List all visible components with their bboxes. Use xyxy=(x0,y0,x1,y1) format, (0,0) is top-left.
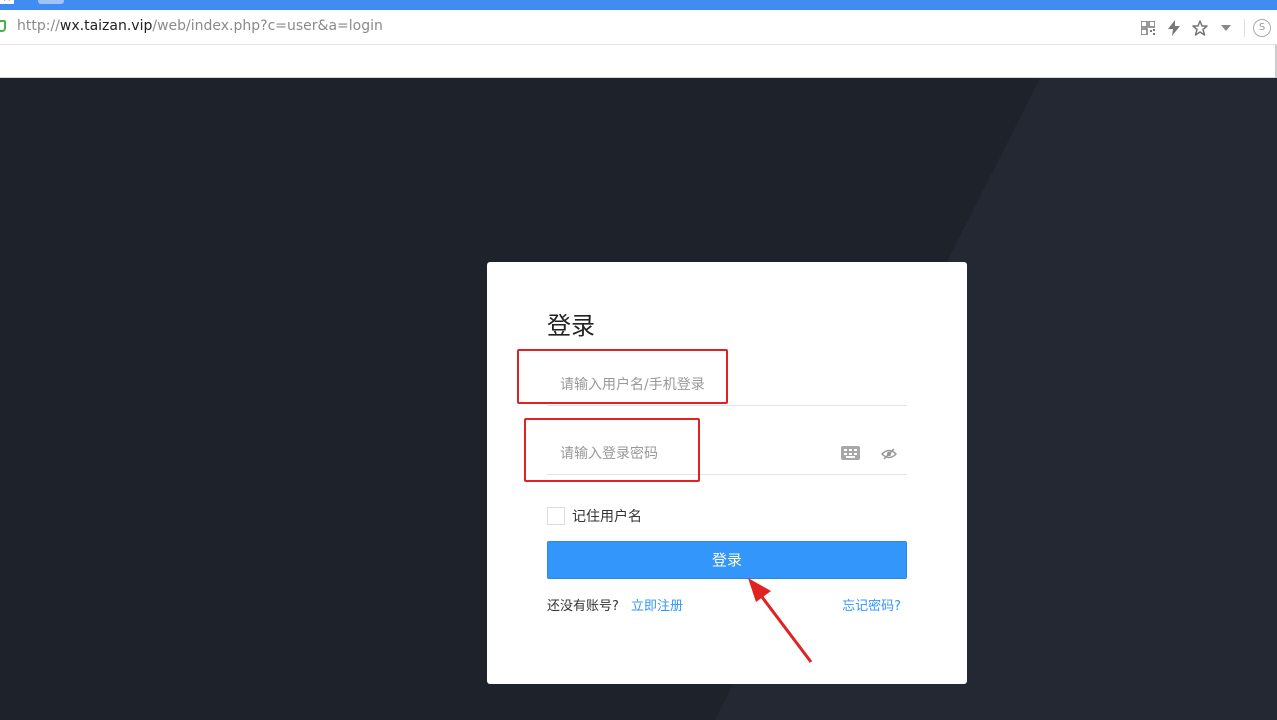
login-button[interactable]: 登录 xyxy=(547,541,907,579)
dropdown-icon[interactable] xyxy=(1214,16,1238,40)
register-link[interactable]: 立即注册 xyxy=(631,599,683,614)
bookmark-bar xyxy=(0,45,1277,78)
url-path: /web/index.php?c=user&a=login xyxy=(152,18,383,34)
secure-shield-icon xyxy=(0,20,6,32)
forgot-password-link[interactable]: 忘记密码? xyxy=(842,595,901,614)
url-host: wx.taizan.vip xyxy=(59,18,153,34)
star-icon[interactable] xyxy=(1188,16,1212,40)
address-bar-actions: S xyxy=(1134,10,1277,45)
keyboard-icon[interactable] xyxy=(841,446,860,460)
toolbar-divider xyxy=(1244,18,1245,37)
eye-hidden-icon[interactable] xyxy=(881,447,897,461)
url-field[interactable]: http://wx.taizan.vip/web/index.php?c=use… xyxy=(17,18,383,34)
annotation-box-password xyxy=(524,418,700,482)
remember-username[interactable]: 记住用户名 xyxy=(547,506,642,526)
address-bar: http://wx.taizan.vip/web/index.php?c=use… xyxy=(0,10,1277,45)
remember-checkbox[interactable] xyxy=(547,507,565,525)
remember-label: 记住用户名 xyxy=(572,509,642,525)
tab-close-icon[interactable]: × xyxy=(0,0,14,4)
browser-tabstrip: × xyxy=(0,0,1277,10)
s-logo-icon[interactable]: S xyxy=(1253,18,1271,37)
qr-code-icon[interactable] xyxy=(1136,16,1160,40)
no-account-text: 还没有账号? xyxy=(547,599,619,614)
login-footer-links: 还没有账号? 立即注册 忘记密码? xyxy=(547,595,907,614)
login-title: 登录 xyxy=(547,312,595,340)
url-scheme: http:// xyxy=(17,18,60,34)
lightning-icon[interactable] xyxy=(1162,16,1186,40)
browser-tab[interactable] xyxy=(38,0,64,4)
annotation-box-username xyxy=(517,349,728,404)
